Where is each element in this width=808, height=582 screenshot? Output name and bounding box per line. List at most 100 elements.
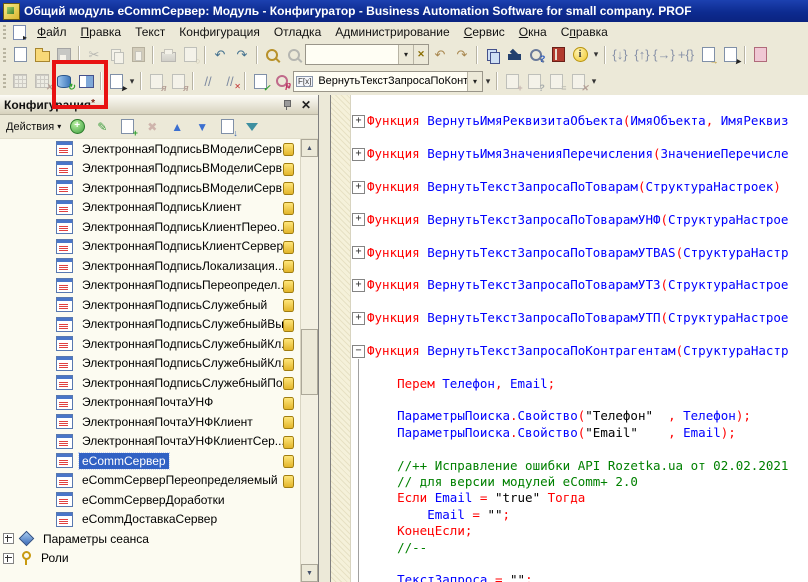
tree-item[interactable]: ЭлектроннаяПодписьСлужебный — [0, 295, 318, 315]
fold-expand-icon[interactable]: + — [352, 148, 365, 161]
goto-procedure-icon[interactable]: {→} — [653, 44, 675, 65]
tree-item[interactable]: ЭлектроннаяПодписьКлиентПерео... — [0, 217, 318, 237]
find-icon[interactable] — [283, 44, 305, 65]
filter-icon[interactable] — [243, 116, 261, 137]
bookmark-icon[interactable] — [749, 44, 771, 65]
tree-item[interactable]: eCommСервер — [0, 451, 318, 471]
sort-icon[interactable] — [218, 116, 236, 137]
menu-item[interactable]: Отладка — [267, 23, 328, 41]
menubar-grip[interactable] — [3, 25, 6, 39]
chevron-down-icon[interactable]: ▾ — [398, 45, 413, 64]
info-icon[interactable]: i — [569, 44, 591, 65]
add-help-icon[interactable] — [523, 71, 545, 92]
tree-item[interactable]: ЭлектроннаяПодписьВМоделиСерв... — [0, 159, 318, 179]
global-search-icon[interactable] — [261, 44, 283, 65]
fold-expand-icon[interactable]: + — [352, 279, 365, 292]
tree-item[interactable]: ЭлектроннаяПодписьСлужебныйВы... — [0, 315, 318, 335]
comment-icon[interactable]: // — [197, 71, 219, 92]
clear-icon[interactable]: ✕ — [413, 45, 428, 64]
undo-icon[interactable]: ↶ — [209, 44, 231, 65]
expand-plus-icon[interactable] — [3, 553, 14, 564]
add-copy-icon[interactable] — [118, 116, 136, 137]
fold-collapse-icon[interactable]: − — [352, 345, 365, 358]
find-text-combo[interactable]: ▾✕ — [305, 44, 429, 65]
new-document-icon[interactable] — [9, 44, 31, 65]
add-procedure-icon[interactable] — [545, 71, 567, 92]
open-icon[interactable] — [31, 44, 53, 65]
wizard-icon[interactable] — [503, 44, 525, 65]
goto-definition-icon[interactable] — [697, 44, 719, 65]
text-template-icon[interactable] — [145, 71, 167, 92]
scrollbar-thumb[interactable] — [301, 329, 318, 395]
tree-item[interactable]: ЭлектроннаяПочтаУНФКлиент — [0, 412, 318, 432]
print-preview-icon[interactable] — [179, 44, 201, 65]
delete-icon[interactable]: ✖ — [143, 116, 161, 137]
scroll-down-icon[interactable]: ▼ — [301, 564, 318, 582]
tree-item[interactable]: eCommДоставкаСервер — [0, 510, 318, 530]
tree-item[interactable]: ЭлектроннаяПодписьКлиент — [0, 198, 318, 218]
text-template-2-icon[interactable] — [167, 71, 189, 92]
panel-splitter[interactable] — [319, 95, 330, 582]
pin-icon[interactable] — [282, 100, 291, 110]
add-icon[interactable]: + — [68, 116, 86, 137]
print-icon[interactable] — [157, 44, 179, 65]
menu-item[interactable]: Администрирование — [328, 23, 456, 41]
fold-expand-icon[interactable]: + — [352, 246, 365, 259]
tree-item[interactable]: Роли — [0, 549, 318, 569]
tree-item[interactable]: Параметры сеанса — [0, 529, 318, 549]
move-up-icon[interactable]: ▲ — [168, 116, 186, 137]
tree-item[interactable]: ЭлектроннаяПодписьЛокализация... — [0, 256, 318, 276]
windows-icon[interactable] — [481, 44, 503, 65]
move-down-icon[interactable]: ▼ — [193, 116, 211, 137]
form-grid-icon[interactable] — [9, 71, 31, 92]
toolbar1-grip[interactable] — [3, 48, 6, 62]
tree-item[interactable]: ЭлектроннаяПодписьКлиентСервер — [0, 237, 318, 257]
tree-item[interactable]: ЭлектроннаяПодписьСлужебныйКл... — [0, 334, 318, 354]
fold-expand-icon[interactable]: + — [352, 181, 365, 194]
combo-overflow-icon[interactable]: ▾ — [483, 71, 493, 92]
next-procedure-icon[interactable]: {↓} — [609, 44, 631, 65]
info-dropdown-icon[interactable]: ▾ — [591, 44, 601, 65]
add-dropdown-icon[interactable]: ▾ — [589, 71, 599, 92]
fold-expand-icon[interactable]: + — [352, 312, 365, 325]
menu-item[interactable]: Файл — [30, 23, 74, 41]
prev-procedure-icon[interactable]: {↑} — [631, 44, 653, 65]
back-icon[interactable]: ↶ — [429, 44, 451, 65]
module-dropdown-icon[interactable]: ▾ — [127, 71, 137, 92]
edit-icon[interactable]: ✎ — [93, 116, 111, 137]
metadata-tree[interactable]: ЭлектроннаяПодписьВМоделиСерв...Электрон… — [0, 139, 318, 582]
tree-item[interactable]: eCommСерверДоработки — [0, 490, 318, 510]
menu-item[interactable]: Окна — [512, 23, 554, 41]
mdi-child-icon[interactable] — [13, 25, 26, 40]
paste-icon[interactable] — [127, 44, 149, 65]
tree-scrollbar[interactable]: ▲ ▼ — [300, 139, 318, 582]
fold-expand-icon[interactable]: + — [352, 115, 365, 128]
tree-item[interactable]: ЭлектроннаяПочтаУНФ — [0, 393, 318, 413]
tree-item[interactable]: ЭлектроннаяПодписьВМоделиСерв... — [0, 139, 318, 159]
tree-item[interactable]: ЭлектроннаяПодписьВМоделиСерв... — [0, 178, 318, 198]
syntax-check-icon[interactable] — [525, 44, 547, 65]
check-module-icon[interactable] — [249, 71, 271, 92]
panel-close-button[interactable]: ✕ — [298, 98, 314, 112]
module-text-icon[interactable] — [105, 71, 127, 92]
delete-element-icon[interactable] — [567, 71, 589, 92]
close-table-icon[interactable] — [31, 71, 53, 92]
tree-item[interactable]: ЭлектроннаяПодписьПереопредел... — [0, 276, 318, 296]
scroll-up-icon[interactable]: ▲ — [301, 139, 318, 157]
procedure-combo[interactable]: F[x]ВернутьТекстЗапросаПоКонтр▾ — [293, 71, 483, 92]
copy-icon[interactable] — [105, 44, 127, 65]
tree-item[interactable]: eCommСерверПереопределяемый — [0, 471, 318, 491]
chevron-down-icon[interactable]: ▾ — [467, 72, 482, 91]
tree-item[interactable]: ЭлектроннаяПодписьСлужебныйПо... — [0, 373, 318, 393]
forward-icon[interactable]: ↷ — [451, 44, 473, 65]
open-module-icon[interactable] — [719, 44, 741, 65]
code-editor[interactable]: +Функция ВернутьИмяРеквизитаОбъекта(ИмяО… — [330, 95, 808, 582]
new-procedure-icon[interactable]: +{} — [675, 44, 697, 65]
procedure-search-icon[interactable] — [271, 71, 293, 92]
menu-item[interactable]: Текст — [128, 23, 172, 41]
uncomment-icon[interactable]: //✕ — [219, 71, 241, 92]
toolbar2-grip[interactable] — [3, 74, 6, 88]
add-description-icon[interactable] — [501, 71, 523, 92]
menu-item[interactable]: Сервис — [457, 23, 512, 41]
menu-item[interactable]: Конфигурация — [172, 23, 267, 41]
